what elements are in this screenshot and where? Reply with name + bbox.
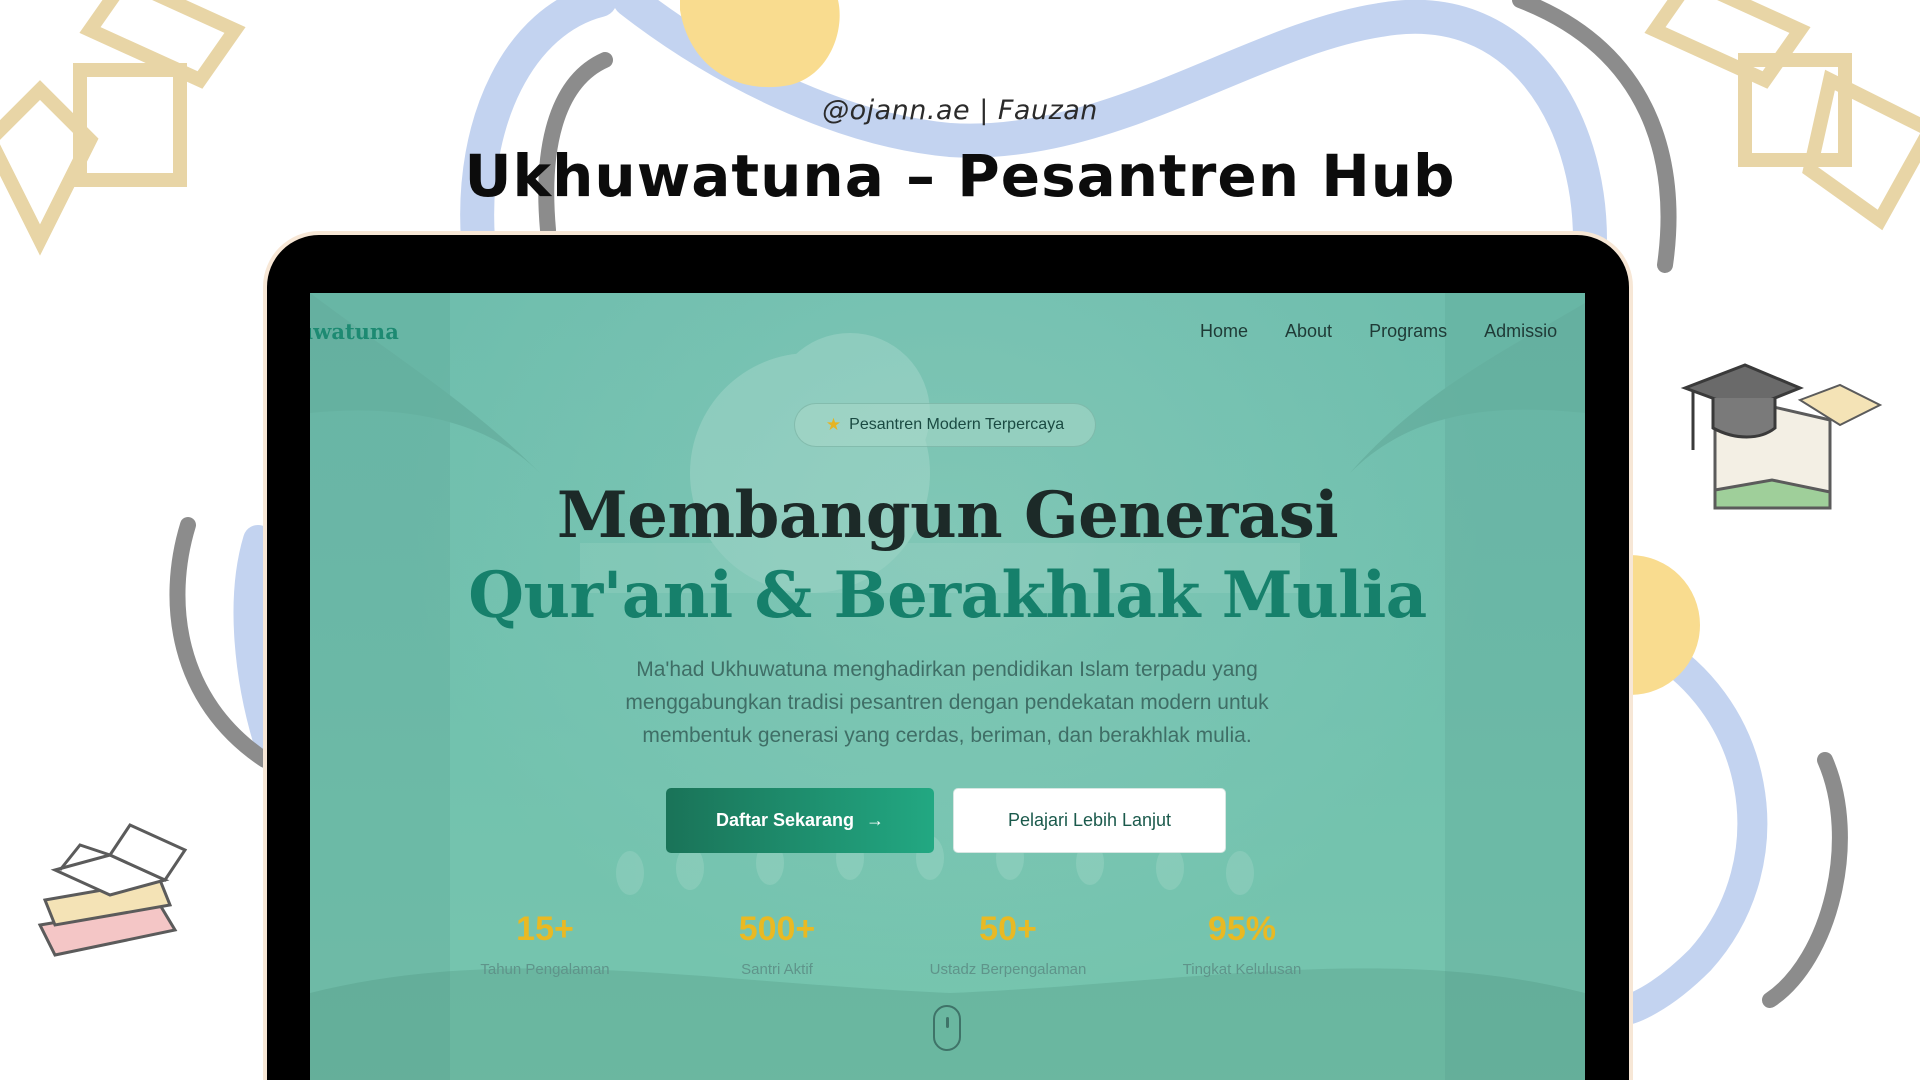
stat-label: Ustadz Berpengalaman xyxy=(929,961,1087,978)
stat-value: 500+ xyxy=(738,910,816,948)
star-icon: ★ xyxy=(825,415,842,434)
hero-description-line: menggabungkan tradisi pesantren dengan p… xyxy=(625,691,1269,714)
author-credit: @ojann.ae | Fauzan xyxy=(822,95,1098,126)
page-title: Ukhuwatuna – Pesantren Hub xyxy=(464,142,1456,210)
nav-about[interactable]: About xyxy=(1285,321,1332,342)
hero-description-line: Ma'had Ukhuwatuna menghadirkan pendidika… xyxy=(636,658,1258,681)
hero-description-line: membentuk generasi yang cerdas, beriman,… xyxy=(642,724,1252,747)
stat-label: Tahun Pengalaman xyxy=(480,961,610,978)
stat-label: Santri Aktif xyxy=(741,961,813,978)
scroll-dot xyxy=(946,1017,949,1028)
nav-programs[interactable]: Programs xyxy=(1369,321,1447,342)
nav-admission[interactable]: Admissio xyxy=(1484,321,1557,342)
stat-active-students: 500+ Santri Aktif xyxy=(667,910,887,978)
laptop-screen: uwatuna Home About Programs Admissio ★ P… xyxy=(310,293,1585,1080)
register-now-label: Daftar Sekarang xyxy=(715,810,855,830)
hero-headline-line2: Qur'ani & Berakhlak Mulia xyxy=(468,558,1427,633)
register-now-button[interactable]: Daftar Sekarang → xyxy=(666,788,934,853)
stat-years-experience: 15+ Tahun Pengalaman xyxy=(435,910,655,978)
gold-blob-top xyxy=(680,0,840,88)
arrow-right-icon: → xyxy=(866,810,885,830)
stat-value: 95% xyxy=(1207,910,1277,948)
stacked-books-illustration xyxy=(37,823,188,957)
hero-description: Ma'had Ukhuwatuna menghadirkan pendidika… xyxy=(532,653,1362,752)
blue-ribbon-right xyxy=(1610,625,1768,1025)
learn-more-button[interactable]: Pelajari Lebih Lanjut xyxy=(953,788,1226,853)
stat-label: Tingkat Kelulusan xyxy=(1182,961,1302,978)
stat-experienced-teachers: 50+ Ustadz Berpengalaman xyxy=(898,910,1118,978)
stat-value: 50+ xyxy=(979,910,1037,948)
nav-home[interactable]: Home xyxy=(1200,321,1248,342)
blue-ribbon-left xyxy=(233,525,283,755)
hero-badge: ★ Pesantren Modern Terpercaya xyxy=(794,403,1096,447)
stat-value: 15+ xyxy=(516,910,574,948)
scroll-indicator-icon[interactable] xyxy=(933,1005,961,1051)
stat-graduation-rate: 95% Tingkat Kelulusan xyxy=(1132,910,1352,978)
hero-badge-label: Pesantren Modern Terpercaya xyxy=(849,416,1065,433)
graduation-book-illustration xyxy=(1680,363,1883,510)
gray-stroke-right xyxy=(1762,752,1848,1008)
main-nav: Home About Programs Admissio xyxy=(1200,321,1557,342)
brand-logo[interactable]: uwatuna xyxy=(310,319,399,344)
hero-headline-line1: Membangun Generasi xyxy=(556,478,1339,553)
